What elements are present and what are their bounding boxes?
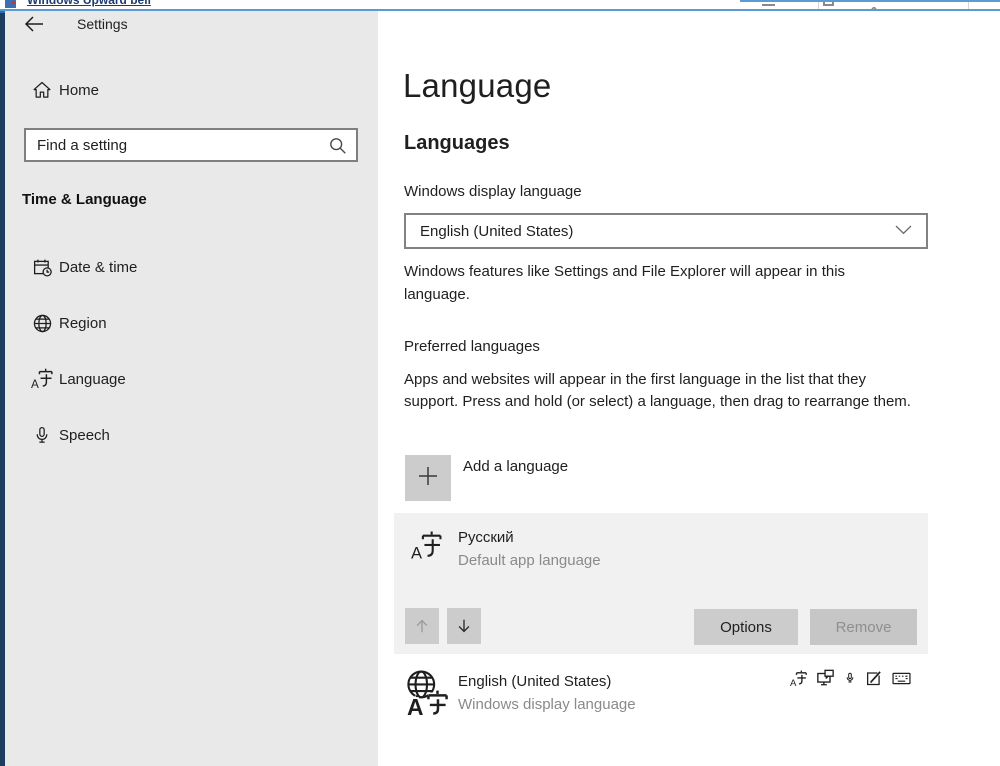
- language-settings-page: Language Languages Windows display langu…: [378, 11, 1000, 766]
- search-box: [24, 128, 358, 162]
- background-window-edge: [0, 0, 5, 766]
- close-icon[interactable]: [868, 1, 880, 9]
- page-title: Language: [403, 67, 551, 105]
- move-down-button[interactable]: [447, 608, 481, 644]
- window-top-border: [740, 0, 1000, 2]
- home-icon: [30, 78, 54, 102]
- sidebar-item-label: Date & time: [59, 259, 137, 276]
- language-icon: A: [411, 529, 442, 568]
- globe-icon: [30, 311, 54, 335]
- language-subtitle: Default app language: [458, 552, 601, 569]
- minimize-icon[interactable]: [762, 4, 775, 6]
- settings-window: Windows Upward bell Settings Home Tim: [0, 0, 1000, 766]
- chevron-down-icon: [895, 222, 912, 240]
- sidebar-item-label: Language: [59, 371, 126, 388]
- handwriting-icon: [865, 670, 883, 687]
- sidebar-item-label: Region: [59, 315, 107, 332]
- add-language-button[interactable]: [405, 455, 451, 501]
- keyboard-icon: [892, 671, 911, 686]
- app-title: Settings: [77, 16, 128, 32]
- language-pack-icon: A: [790, 670, 807, 687]
- microphone-icon: [30, 423, 54, 447]
- sidebar-item-label: Speech: [59, 427, 110, 444]
- options-button[interactable]: Options: [694, 609, 798, 645]
- language-name: English (United States): [458, 673, 611, 690]
- display-language-note: Windows features like Settings and File …: [404, 260, 896, 306]
- sidebar-item-date-time[interactable]: Date & time: [5, 245, 378, 289]
- display-language-value: English (United States): [420, 223, 573, 240]
- svg-text:A: A: [407, 694, 424, 718]
- window-top-border: [0, 9, 1000, 11]
- languages-heading: Languages: [404, 132, 510, 155]
- language-item-english[interactable]: A English (United States) Windows displa…: [394, 664, 928, 730]
- sidebar-item-home[interactable]: Home: [5, 68, 378, 112]
- sidebar-item-speech[interactable]: Speech: [5, 413, 378, 457]
- back-arrow-icon[interactable]: [24, 15, 46, 37]
- display-language-dropdown[interactable]: English (United States): [404, 213, 928, 249]
- sidebar-item-language[interactable]: A Language: [5, 357, 378, 401]
- move-up-button[interactable]: [405, 608, 439, 644]
- svg-text:A: A: [31, 378, 39, 390]
- settings-sidebar: Settings Home Time & Language Date &: [5, 11, 378, 766]
- add-language-label: Add a language: [463, 458, 568, 475]
- language-icon: A: [30, 367, 54, 391]
- display-language-icon: [816, 669, 835, 687]
- preferred-languages-description: Apps and websites will appear in the fir…: [404, 369, 920, 413]
- sidebar-item-region[interactable]: Region: [5, 301, 378, 345]
- plus-icon: [416, 464, 440, 493]
- remove-button[interactable]: Remove: [810, 609, 917, 645]
- display-language-globe-icon: A: [406, 668, 448, 723]
- sidebar-section-title: Time & Language: [22, 191, 147, 208]
- background-tab-title: Windows Upward bell: [27, 0, 151, 7]
- language-name: Русский: [458, 529, 514, 546]
- display-language-label: Windows display language: [404, 183, 582, 200]
- language-subtitle: Windows display language: [458, 696, 636, 713]
- svg-text:A: A: [411, 543, 422, 562]
- speech-icon: [844, 669, 856, 687]
- calendar-clock-icon: [30, 255, 54, 279]
- preferred-languages-heading: Preferred languages: [404, 338, 540, 355]
- sidebar-item-label: Home: [59, 82, 99, 99]
- language-feature-icons: A: [790, 669, 911, 687]
- search-input[interactable]: [26, 130, 356, 160]
- language-item-russian[interactable]: A Русский Default app language Options R…: [394, 513, 928, 654]
- background-tab-favicon-icon: [5, 0, 16, 8]
- svg-text:A: A: [790, 677, 797, 686]
- search-icon[interactable]: [329, 137, 347, 160]
